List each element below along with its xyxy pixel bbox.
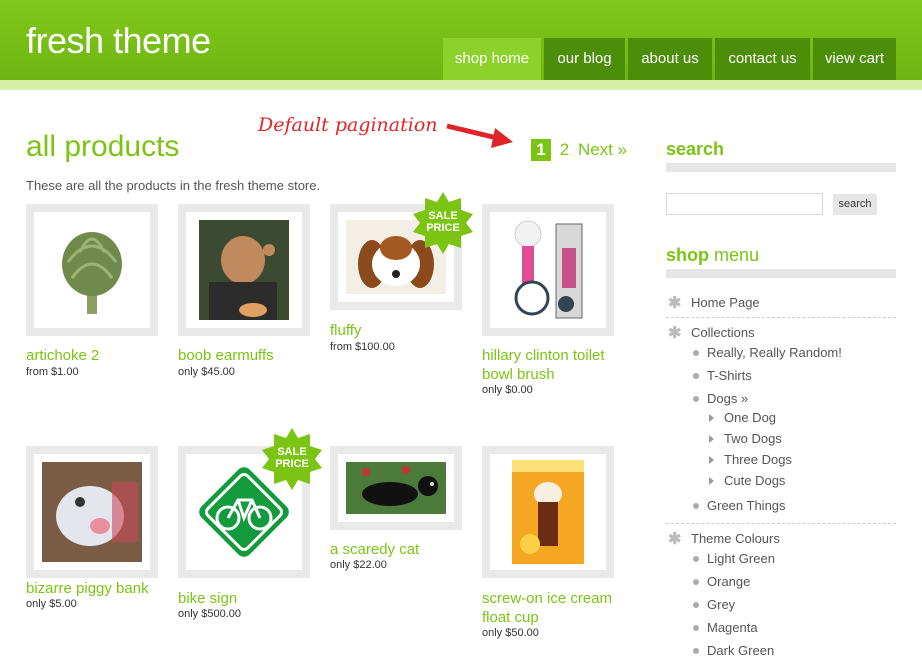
product-image-frame[interactable] — [178, 204, 310, 336]
menu-divider — [666, 317, 896, 318]
product-price: only $50.00 — [482, 627, 539, 639]
product-image-frame[interactable] — [26, 204, 158, 336]
menu-three-dogs[interactable]: Three Dogs — [724, 452, 792, 467]
pagination-next[interactable]: Next » — [578, 140, 627, 159]
bullet-dot-icon — [693, 373, 699, 379]
menu-light-green[interactable]: Light Green — [707, 551, 775, 566]
artichoke-image — [62, 232, 122, 314]
menu-theme-colours[interactable]: Theme Colours — [691, 531, 780, 546]
asterisk-bullet-icon: ✱ — [668, 325, 682, 342]
triangle-bullet-icon — [709, 477, 714, 485]
bullet-dot-icon — [693, 648, 699, 654]
menu-dark-green[interactable]: Dark Green — [707, 643, 774, 658]
product-price: only $22.00 — [330, 559, 387, 571]
header-band — [0, 80, 922, 90]
menu-t-shirts[interactable]: T-Shirts — [707, 368, 752, 383]
shop-menu-heading: shop menu — [666, 245, 759, 266]
triangle-bullet-icon — [709, 414, 714, 422]
float-cup-image — [512, 460, 584, 564]
sale-badge: SALE PRICE — [261, 428, 323, 490]
product-name[interactable]: a scaredy cat — [330, 540, 419, 559]
bullet-dot-icon — [693, 625, 699, 631]
pagination: 1 2 Next » — [531, 139, 627, 161]
product-price: only $500.00 — [178, 608, 241, 620]
nav-view-cart[interactable]: view cart — [813, 38, 896, 80]
asterisk-bullet-icon: ✱ — [668, 295, 682, 312]
sale-badge: SALE PRICE — [412, 192, 474, 254]
product-name[interactable]: hillary clinton toilet bowl brush — [482, 346, 605, 384]
product-name-line-1: hillary clinton toilet — [482, 347, 605, 364]
product-name[interactable]: artichoke 2 — [26, 346, 99, 365]
pagination-annotation: Default pagination — [258, 114, 438, 136]
nav-our-blog[interactable]: our blog — [544, 38, 625, 80]
heading-underline — [666, 163, 896, 172]
nav-shop-home[interactable]: shop home — [443, 38, 541, 80]
bullet-dot-icon — [693, 556, 699, 562]
product-name[interactable]: bizarre piggy bank — [26, 579, 149, 598]
product-name[interactable]: bike sign — [178, 589, 237, 608]
sale-badge-line-2: PRICE — [275, 458, 309, 470]
menu-divider — [666, 523, 896, 524]
sale-badge-line-2: PRICE — [426, 222, 460, 234]
piggy-bank-image — [42, 462, 142, 562]
menu-home-page[interactable]: Home Page — [691, 295, 760, 310]
shop-menu-heading-rest: menu — [709, 245, 760, 265]
product-price: from $100.00 — [330, 341, 395, 353]
product-image-frame[interactable] — [330, 446, 462, 530]
menu-cute-dogs[interactable]: Cute Dogs — [724, 473, 785, 488]
search-input[interactable] — [666, 193, 823, 215]
menu-collections[interactable]: Collections — [691, 325, 755, 340]
bullet-dot-icon — [693, 579, 699, 585]
menu-grey[interactable]: Grey — [707, 597, 735, 612]
menu-one-dog[interactable]: One Dog — [724, 410, 776, 425]
site-logo[interactable]: fresh theme — [26, 20, 211, 62]
triangle-bullet-icon — [709, 435, 714, 443]
page-intro: These are all the products in the fresh … — [26, 178, 321, 193]
bullet-dot-icon — [693, 350, 699, 356]
product-image-frame[interactable] — [26, 446, 158, 578]
menu-really-random[interactable]: Really, Really Random! — [707, 345, 842, 360]
toilet-brush-image — [514, 220, 583, 319]
menu-two-dogs[interactable]: Two Dogs — [724, 431, 782, 446]
search-button[interactable]: search — [833, 194, 877, 215]
product-price: only $5.00 — [26, 598, 77, 610]
bullet-dot-icon — [693, 396, 699, 402]
product-image-frame[interactable] — [482, 204, 614, 336]
nav-about-us[interactable]: about us — [628, 38, 712, 80]
annotation-arrow-icon — [446, 123, 513, 148]
menu-green-things[interactable]: Green Things — [707, 498, 786, 513]
pagination-current: 1 — [531, 139, 551, 161]
menu-orange[interactable]: Orange — [707, 574, 750, 589]
product-name-line-2: float cup — [482, 609, 539, 626]
product-name-line-1: screw-on ice cream — [482, 590, 613, 607]
menu-magenta[interactable]: Magenta — [707, 620, 758, 635]
product-price: only $45.00 — [178, 366, 235, 378]
sale-badge-line-1: SALE — [277, 446, 307, 458]
heading-underline — [666, 269, 896, 278]
product-price: only $0.00 — [482, 384, 533, 396]
product-name[interactable]: fluffy — [330, 321, 361, 340]
page-title: all products — [26, 130, 180, 163]
asterisk-bullet-icon: ✱ — [668, 531, 682, 548]
shop-menu-heading-bold: shop — [666, 245, 709, 265]
product-name[interactable]: screw-on ice cream float cup — [482, 589, 612, 627]
search-heading: search — [666, 139, 725, 159]
black-cat-image — [346, 462, 446, 514]
product-name-line-2: bowl brush — [482, 366, 555, 383]
menu-dogs[interactable]: Dogs » — [707, 391, 748, 406]
pagination-page-2[interactable]: 2 — [560, 140, 569, 159]
sale-badge-line-1: SALE — [428, 210, 458, 222]
product-name[interactable]: boob earmuffs — [178, 346, 274, 365]
bullet-dot-icon — [693, 503, 699, 509]
bullet-dot-icon — [693, 602, 699, 608]
triangle-bullet-icon — [709, 456, 714, 464]
man-earmuffs-image — [199, 220, 289, 320]
product-price: from $1.00 — [26, 366, 79, 378]
nav-contact-us[interactable]: contact us — [715, 38, 810, 80]
product-image-frame[interactable] — [482, 446, 614, 578]
